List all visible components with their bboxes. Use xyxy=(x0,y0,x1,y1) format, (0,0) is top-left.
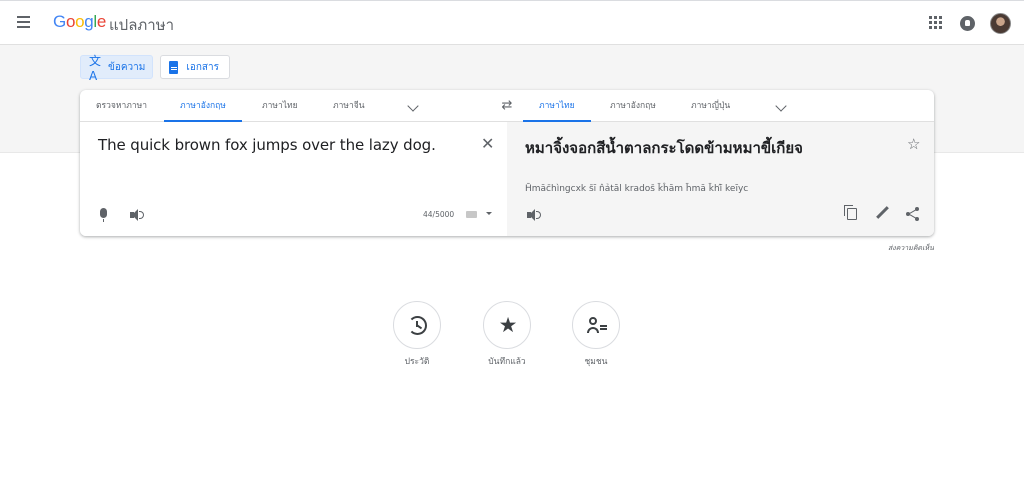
target-tab-japanese[interactable]: ภาษาญี่ปุ่น xyxy=(691,90,730,122)
save-translation-star-icon[interactable]: ☆ xyxy=(907,135,920,153)
target-tab-thai[interactable]: ภาษาไทย xyxy=(523,90,591,122)
share-translation-icon[interactable] xyxy=(906,207,920,221)
history-icon xyxy=(408,316,427,335)
history-label: ประวัติ xyxy=(404,357,430,367)
google-logo[interactable]: Google xyxy=(53,12,106,32)
document-mode-button[interactable]: เอกสาร xyxy=(160,55,230,79)
source-listen-speaker-icon[interactable] xyxy=(130,209,144,221)
transliteration-text: H̄māc̄hìngcxk s̄ī n̂ảtāl krados̄ k̄ĥām h… xyxy=(525,184,749,194)
character-count: 44/5000 xyxy=(423,210,455,219)
saved-action[interactable]: ★ บันทึกแล้ว xyxy=(462,301,552,368)
source-pane[interactable]: The quick brown fox jumps over the lazy … xyxy=(80,122,507,236)
text-mode-label: ข้อความ xyxy=(108,61,146,73)
send-feedback-link[interactable]: ส่งความคิดเห็น xyxy=(888,243,934,254)
source-tab-detect[interactable]: ตรวจหาภาษา xyxy=(96,90,147,122)
community-button[interactable] xyxy=(572,301,620,349)
source-language-dropdown-chevron-icon[interactable] xyxy=(407,100,419,112)
history-button[interactable] xyxy=(393,301,441,349)
target-tab-english[interactable]: ภาษาอังกฤษ xyxy=(610,90,656,122)
main-menu-icon[interactable] xyxy=(14,12,34,32)
target-language-dropdown-chevron-icon[interactable] xyxy=(775,100,787,112)
keyboard-icon[interactable] xyxy=(466,211,477,218)
source-textarea[interactable]: The quick brown fox jumps over the lazy … xyxy=(98,136,436,154)
history-action[interactable]: ประวัติ xyxy=(372,301,462,368)
language-bar: ตรวจหาภาษา ภาษาอังกฤษ ภาษาไทย ภาษาจีน ⇄ … xyxy=(80,90,934,122)
edit-translation-pencil-icon[interactable] xyxy=(875,206,889,220)
copy-translation-icon[interactable] xyxy=(844,205,857,220)
translated-text: หมาจิ้งจอกสีน้ำตาลกระโดดข้ามหมาขี้เกียจ xyxy=(525,139,803,157)
microphone-icon[interactable] xyxy=(100,208,107,222)
document-mode-label: เอกสาร xyxy=(186,61,219,73)
translate-icon: 文A xyxy=(89,53,102,83)
source-tab-english[interactable]: ภาษาอังกฤษ xyxy=(164,90,242,122)
target-pane: หมาจิ้งจอกสีน้ำตาลกระโดดข้ามหมาขี้เกียจ … xyxy=(507,122,934,236)
account-avatar[interactable] xyxy=(990,13,1011,34)
document-icon xyxy=(169,60,179,74)
saved-label: บันทึกแล้ว xyxy=(488,357,526,367)
community-action[interactable]: ชุมชน xyxy=(551,301,641,368)
swap-languages-icon[interactable]: ⇄ xyxy=(500,99,514,113)
community-icon xyxy=(587,317,607,335)
input-tools-dropdown-icon[interactable] xyxy=(486,212,492,215)
app-title: แปลภาษา xyxy=(109,16,175,34)
community-label: ชุมชน xyxy=(584,357,608,367)
saved-button[interactable]: ★ xyxy=(483,301,531,349)
source-tab-thai[interactable]: ภาษาไทย xyxy=(262,90,298,122)
source-tab-chinese[interactable]: ภาษาจีน xyxy=(333,90,365,122)
star-icon: ★ xyxy=(498,313,518,337)
clear-source-icon[interactable]: ✕ xyxy=(481,136,494,152)
translation-card: ตรวจหาภาษา ภาษาอังกฤษ ภาษาไทย ภาษาจีน ⇄ … xyxy=(80,90,934,236)
text-mode-button[interactable]: 文A ข้อความ xyxy=(80,54,153,83)
top-bar: Google แปลภาษา xyxy=(0,0,1024,45)
notifications-icon[interactable] xyxy=(960,16,975,31)
target-listen-speaker-icon[interactable] xyxy=(527,209,541,221)
google-apps-icon[interactable] xyxy=(929,16,943,30)
